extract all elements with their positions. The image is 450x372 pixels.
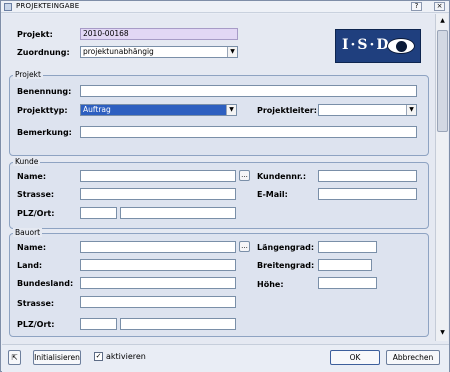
kunde-strasse-input[interactable]	[80, 188, 236, 200]
bemerkung-label: Bemerkung:	[17, 128, 72, 137]
bauort-strasse-input[interactable]	[80, 296, 236, 308]
dropdown-arrow-icon[interactable]: ▼	[226, 105, 236, 115]
projektleiter-label: Projektleiter:	[257, 106, 317, 115]
kunde-group-title: Kunde	[13, 157, 41, 166]
bundesland-label: Bundesland:	[17, 279, 74, 288]
title-bar: PROJEKTEINGABE ? ×	[1, 1, 449, 13]
breitengrad-label: Breitengrad:	[257, 261, 315, 270]
land-label: Land:	[17, 261, 43, 270]
eye-pupil	[396, 41, 407, 52]
kunde-group: Kunde Name: ... Kundennr.: Strasse: E-Ma…	[9, 157, 429, 229]
help-icon[interactable]: ?	[411, 2, 422, 11]
bauort-plz-input[interactable]	[80, 318, 117, 330]
benennung-label: Benennung:	[17, 87, 72, 96]
zuordnung-select[interactable]: projektunabhängig ▼	[80, 46, 238, 58]
breitengrad-input[interactable]	[318, 259, 372, 271]
bundesland-input[interactable]	[80, 277, 236, 289]
checkmark-icon: ✓	[95, 352, 102, 360]
ok-button[interactable]: OK	[330, 350, 380, 365]
laengengrad-label: Längengrad:	[257, 243, 315, 252]
projekt-group: Projekt Benennung: Projekttyp: Auftrag ▼…	[9, 70, 429, 156]
vertical-scrollbar[interactable]: ▲ ▼	[435, 14, 448, 341]
land-input[interactable]	[80, 259, 236, 271]
projekt-group-title: Projekt	[13, 70, 43, 79]
kunde-name-label: Name:	[17, 172, 47, 181]
kunde-plz-input[interactable]	[80, 207, 117, 219]
scroll-down-icon[interactable]: ▼	[437, 327, 448, 338]
bauort-plzort-label: PLZ/Ort:	[17, 320, 55, 329]
hoehe-input[interactable]	[318, 277, 377, 289]
bauort-name-label: Name:	[17, 243, 47, 252]
projekttyp-label: Projekttyp:	[17, 106, 68, 115]
hoehe-label: Höhe:	[257, 280, 284, 289]
kunde-name-input[interactable]	[80, 170, 236, 182]
kundennr-input[interactable]	[318, 170, 417, 182]
dropdown-arrow-icon[interactable]: ▼	[406, 105, 416, 115]
bauort-group-title: Bauort	[13, 228, 43, 237]
bauort-browse-button[interactable]: ...	[239, 241, 250, 252]
projektleiter-select[interactable]: ▼	[318, 104, 417, 116]
initialisieren-button[interactable]: Initialisieren	[33, 350, 81, 365]
kunde-plzort-label: PLZ/Ort:	[17, 209, 55, 218]
logo-text: I·S·D	[342, 37, 391, 53]
benennung-input[interactable]	[80, 85, 417, 97]
projekt-number-field[interactable]: 2010-00168	[80, 28, 238, 40]
app-icon	[4, 3, 12, 11]
zuordnung-label: Zuordnung:	[17, 48, 70, 57]
dialog-window: PROJEKTEINGABE ? × Projekt: 2010-00168 Z…	[0, 0, 450, 372]
dialog-content: Projekt: 2010-00168 Zuordnung: projektun…	[2, 14, 449, 344]
window-title: PROJEKTEINGABE	[16, 2, 80, 10]
dialog-footer: ⇱ Initialisieren ✓ aktivieren OK Abbrech…	[2, 344, 449, 372]
bauort-group: Bauort Name: ... Längengrad: Land: Breit…	[9, 228, 429, 337]
close-icon[interactable]: ×	[434, 2, 445, 11]
kunde-strasse-label: Strasse:	[17, 190, 55, 199]
isd-logo: I·S·D	[335, 29, 421, 63]
email-input[interactable]	[318, 188, 417, 200]
projekt-label: Projekt:	[17, 30, 53, 39]
bauort-strasse-label: Strasse:	[17, 299, 55, 308]
scroll-up-icon[interactable]: ▲	[437, 15, 448, 26]
zuordnung-value: projektunabhängig	[83, 47, 154, 56]
laengengrad-input[interactable]	[318, 241, 377, 253]
eye-logo-icon	[387, 38, 415, 54]
projekttyp-value: Auftrag	[83, 105, 111, 114]
kunde-browse-button[interactable]: ...	[239, 170, 250, 181]
projekttyp-select[interactable]: Auftrag ▼	[80, 104, 237, 116]
pin-icon[interactable]: ⇱	[8, 350, 21, 365]
aktivieren-label: aktivieren	[106, 352, 146, 361]
aktivieren-checkbox[interactable]: ✓	[94, 352, 103, 361]
email-label: E-Mail:	[257, 190, 288, 199]
bemerkung-input[interactable]	[80, 126, 417, 138]
abbrechen-button[interactable]: Abbrechen	[386, 350, 440, 365]
bauort-name-input[interactable]	[80, 241, 236, 253]
dropdown-arrow-icon[interactable]: ▼	[227, 47, 237, 57]
kundennr-label: Kundennr.:	[257, 172, 307, 181]
scroll-thumb[interactable]	[437, 30, 448, 132]
kunde-ort-input[interactable]	[120, 207, 236, 219]
bauort-ort-input[interactable]	[120, 318, 236, 330]
